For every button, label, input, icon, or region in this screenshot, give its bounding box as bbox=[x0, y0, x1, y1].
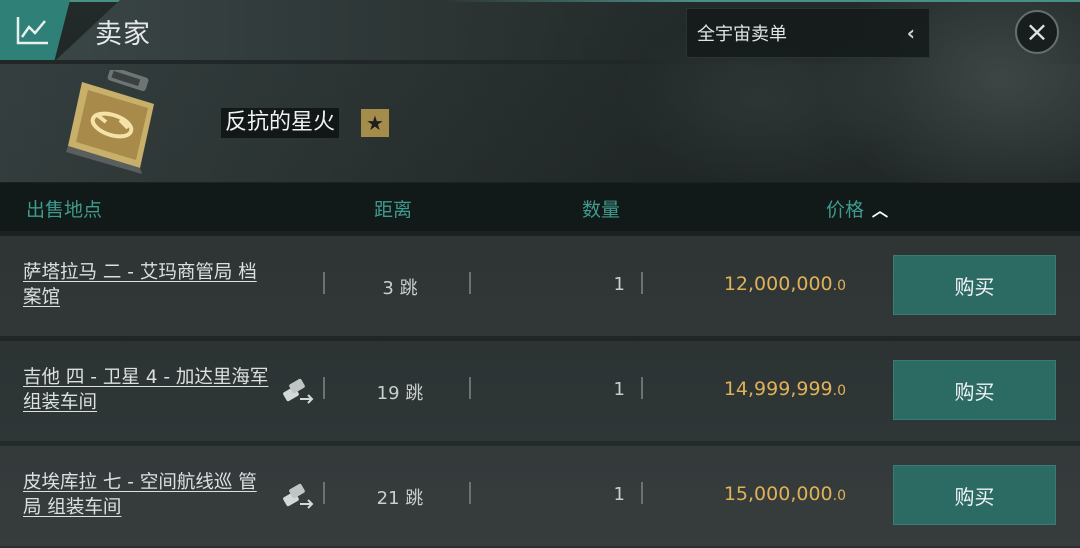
price-value: 12,000,000.0 bbox=[650, 273, 846, 295]
price-main: 14,999,999 bbox=[723, 378, 833, 400]
column-divider bbox=[641, 482, 643, 504]
price-decimal: .0 bbox=[832, 278, 846, 294]
item-blueprint-icon[interactable] bbox=[62, 66, 170, 174]
column-divider bbox=[323, 272, 325, 294]
price-main: 12,000,000 bbox=[723, 273, 833, 295]
close-icon: × bbox=[1025, 15, 1049, 48]
price-value: 15,000,000.0 bbox=[650, 483, 846, 505]
column-divider bbox=[323, 377, 325, 399]
sell-location-link[interactable]: 皮埃库拉 七 - 空间航线巡 管局 组装车间 bbox=[23, 470, 273, 520]
quantity-value: 1 bbox=[613, 484, 625, 505]
buy-button[interactable]: 购买 bbox=[893, 465, 1056, 525]
region-dropdown-label: 全宇宙卖单 bbox=[697, 24, 787, 45]
column-divider bbox=[469, 272, 471, 294]
quantity-value: 1 bbox=[613, 274, 625, 295]
chevron-up-icon: ︿ bbox=[872, 201, 889, 220]
column-header-distance[interactable]: 距离 bbox=[374, 195, 412, 222]
column-header-quantity[interactable]: 数量 bbox=[582, 195, 620, 222]
courier-transport-icon[interactable] bbox=[280, 482, 316, 512]
column-divider bbox=[469, 482, 471, 504]
distance-value: 3 跳 bbox=[382, 278, 418, 299]
distance-value: 21 跳 bbox=[376, 488, 424, 509]
column-divider bbox=[641, 377, 643, 399]
column-divider bbox=[469, 377, 471, 399]
distance-value: 19 跳 bbox=[376, 383, 424, 404]
price-value: 14,999,999.0 bbox=[650, 378, 846, 400]
column-header-location[interactable]: 出售地点 bbox=[26, 195, 102, 222]
sell-location-link[interactable]: 吉他 四 - 卫星 4 - 加达里海军 组装车间 bbox=[23, 365, 273, 415]
column-header-price[interactable]: 价格 ︿ bbox=[826, 195, 888, 222]
close-button[interactable]: × bbox=[1015, 10, 1059, 54]
header-bar: 卖家 全宇宙卖单 ‹ × bbox=[0, 0, 1080, 64]
table-row: 皮埃库拉 七 - 空间航线巡 管局 组装车间 21 跳 1 15,000,000… bbox=[0, 446, 1080, 546]
page-title: 卖家 bbox=[95, 19, 151, 50]
region-dropdown[interactable]: 全宇宙卖单 ‹ bbox=[686, 8, 930, 58]
quantity-value: 1 bbox=[613, 379, 625, 400]
courier-transport-icon[interactable] bbox=[280, 377, 316, 407]
sell-location-link[interactable]: 萨塔拉马 二 - 艾玛商管局 档案馆 bbox=[23, 260, 273, 310]
price-decimal: .0 bbox=[832, 383, 846, 399]
price-decimal: .0 bbox=[832, 488, 846, 504]
buy-button[interactable]: 购买 bbox=[893, 360, 1056, 420]
buy-button[interactable]: 购买 bbox=[893, 255, 1056, 315]
column-header-price-label: 价格 bbox=[826, 199, 865, 221]
table-header: 出售地点 距离 数量 价格 ︿ bbox=[0, 183, 1080, 231]
star-icon: ★ bbox=[361, 109, 389, 137]
table-row: 吉他 四 - 卫星 4 - 加达里海军 组装车间 19 跳 1 14,999,9… bbox=[0, 341, 1080, 441]
item-name: 反抗的星火 bbox=[221, 108, 340, 138]
price-main: 15,000,000 bbox=[723, 483, 833, 505]
table-row: 萨塔拉马 二 - 艾玛商管局 档案馆 3 跳 1 12,000,000.0 购买 bbox=[0, 236, 1080, 336]
column-divider bbox=[641, 272, 643, 294]
header-title-panel bbox=[56, 0, 696, 60]
market-chart-icon[interactable] bbox=[0, 0, 70, 60]
chevron-left-icon: ‹ bbox=[906, 21, 915, 45]
column-divider bbox=[323, 482, 325, 504]
